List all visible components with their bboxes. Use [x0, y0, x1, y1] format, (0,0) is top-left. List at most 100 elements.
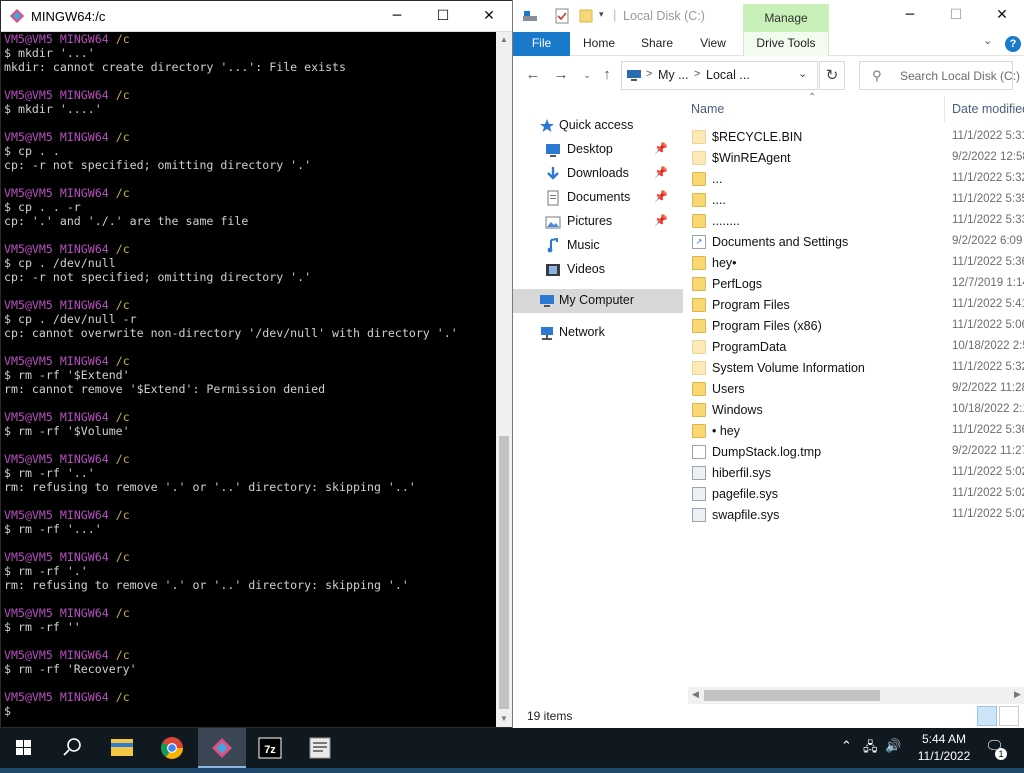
nav-item-downloads[interactable]: Downloads 📌 — [513, 162, 683, 186]
file-row[interactable]: Program Files 11/1/2022 5:41 — [688, 295, 1024, 316]
start-button[interactable] — [0, 728, 48, 768]
scroll-up-arrow-icon[interactable]: ▲ — [496, 32, 512, 48]
forward-arrow-icon[interactable]: → — [551, 65, 571, 85]
file-row[interactable]: hey• 11/1/2022 5:36 — [688, 253, 1024, 274]
pin-icon[interactable]: 📌 — [654, 214, 668, 227]
prompt-cwd: /c — [115, 32, 130, 46]
folder-icon — [692, 361, 706, 375]
file-explorer-window[interactable]: ▾ | Local Disk (C:) Manage ─ ☐ ✕ File Ho… — [512, 0, 1024, 728]
file-name: $WinREAgent — [712, 151, 791, 165]
terminal-output-line: $ rm -rf '.' — [4, 564, 88, 578]
file-row[interactable]: PerfLogs 12/7/2019 1:14 — [688, 274, 1024, 295]
manage-tab[interactable]: Manage — [743, 4, 829, 32]
file-row[interactable]: swapfile.sys 11/1/2022 5:02 — [688, 505, 1024, 526]
properties-icon[interactable] — [553, 7, 571, 25]
file-row[interactable]: Windows 10/18/2022 2:1 — [688, 400, 1024, 421]
scroll-left-arrow-icon[interactable]: ◀ — [692, 689, 699, 700]
tab-view[interactable]: View — [689, 32, 737, 56]
scrollbar-thumb[interactable] — [499, 436, 509, 709]
file-row[interactable]: ↗ Documents and Settings 9/2/2022 6:09 — [688, 232, 1024, 253]
file-row[interactable]: DumpStack.log.tmp 9/2/2022 11:27 — [688, 442, 1024, 463]
taskbar-notepad[interactable] — [296, 728, 344, 768]
taskbar-chrome[interactable] — [148, 728, 196, 768]
pin-icon[interactable]: 📌 — [654, 142, 668, 155]
file-row[interactable]: $WinREAgent 9/2/2022 12:58 — [688, 148, 1024, 169]
file-row[interactable]: Users 9/2/2022 11:28 — [688, 379, 1024, 400]
minimize-button[interactable]: ─ — [887, 0, 933, 31]
breadcrumb-local-disk[interactable]: Local ... — [706, 68, 750, 82]
nav-item-desktop[interactable]: Desktop 📌 — [513, 138, 683, 162]
file-row[interactable]: System Volume Information 11/1/2022 5:32 — [688, 358, 1024, 379]
column-divider[interactable] — [944, 96, 945, 122]
file-list[interactable]: $RECYCLE.BIN 11/1/2022 5:31 $WinREAgent 9/2… — [688, 127, 1024, 687]
file-row[interactable]: ... 11/1/2022 5:32 — [688, 169, 1024, 190]
nav-item-network[interactable]: Network — [513, 321, 683, 345]
volume-icon[interactable]: 🔊 — [885, 738, 901, 754]
maximize-button[interactable]: ☐ — [933, 0, 979, 31]
tab-share[interactable]: Share — [633, 32, 681, 56]
pin-icon[interactable]: 📌 — [654, 190, 668, 203]
taskbar-git-bash[interactable] — [198, 728, 246, 768]
tab-home[interactable]: Home — [575, 32, 623, 56]
up-arrow-icon[interactable]: ↑ — [597, 65, 617, 85]
prompt-user: VM5@VM5 — [4, 550, 53, 564]
address-bar[interactable]: > My ... > Local ... ⌄ — [621, 61, 818, 90]
tab-file[interactable]: File — [513, 32, 570, 56]
tab-drive-tools[interactable]: Drive Tools — [743, 32, 829, 56]
close-button[interactable]: ✕ — [979, 0, 1024, 31]
taskbar-7zip[interactable]: 7z — [246, 728, 294, 768]
file-row[interactable]: .... 11/1/2022 5:35 — [688, 190, 1024, 211]
show-hidden-icons-chevron-icon[interactable]: ⌃ — [841, 738, 852, 754]
recent-locations-chevron-icon[interactable]: ⌄ — [577, 65, 597, 85]
file-row[interactable]: $RECYCLE.BIN 11/1/2022 5:31 — [688, 127, 1024, 148]
terminal-title-bar[interactable]: MINGW64:/c ─ ☐ ✕ — [1, 1, 513, 32]
explorer-title-bar[interactable]: ▾ | Local Disk (C:) Manage ─ ☐ ✕ — [513, 0, 1024, 32]
refresh-icon[interactable]: ↻ — [819, 61, 845, 90]
search-button[interactable] — [48, 728, 96, 768]
file-row[interactable]: • hey 11/1/2022 5:36 — [688, 421, 1024, 442]
close-button[interactable]: ✕ — [466, 1, 512, 32]
new-folder-icon[interactable] — [577, 7, 595, 25]
taskbar-file-explorer[interactable] — [98, 728, 146, 768]
file-row[interactable]: ........ 11/1/2022 5:33 — [688, 211, 1024, 232]
back-arrow-icon[interactable]: ← — [523, 65, 543, 85]
expand-ribbon-chevron-icon[interactable]: ⌄ — [983, 34, 992, 47]
address-dropdown-icon[interactable]: ⌄ — [798, 67, 807, 80]
breadcrumb-my-computer[interactable]: My ... — [658, 68, 689, 82]
terminal-output[interactable]: VM5@VM5 MINGW64 /c $ mkdir '...' mkdir: ca… — [2, 32, 496, 727]
nav-item-quick-access[interactable]: Quick access — [513, 114, 683, 138]
pin-icon[interactable]: 📌 — [654, 166, 668, 179]
search-box[interactable]: ⚲ Search Local Disk (C:) — [859, 61, 1020, 90]
file-row[interactable]: hiberfil.sys 11/1/2022 5:02 — [688, 463, 1024, 484]
terminal-scrollbar[interactable]: ▲ ▼ — [496, 32, 512, 727]
breadcrumb-separator-icon[interactable]: > — [646, 68, 652, 80]
scroll-right-arrow-icon[interactable]: ▶ — [1014, 689, 1021, 700]
nav-item-documents[interactable]: Documents 📌 — [513, 186, 683, 210]
breadcrumb-separator-icon[interactable]: > — [694, 68, 700, 80]
maximize-button[interactable]: ☐ — [420, 1, 466, 32]
prompt-env: MINGW64 — [59, 298, 109, 312]
horizontal-scrollbar-thumb[interactable] — [704, 690, 880, 701]
prompt-cwd: /c — [115, 648, 130, 662]
column-header-name[interactable]: Name — [691, 102, 724, 116]
nav-item-music[interactable]: Music — [513, 234, 683, 258]
nav-item-videos[interactable]: Videos — [513, 258, 683, 282]
scroll-down-arrow-icon[interactable]: ▼ — [496, 711, 512, 727]
details-view-icon[interactable] — [977, 706, 997, 726]
file-row[interactable]: Program Files (x86) 11/1/2022 5:06 — [688, 316, 1024, 337]
minimize-button[interactable]: ─ — [374, 1, 420, 32]
nav-item-pictures[interactable]: Pictures 📌 — [513, 210, 683, 234]
large-icons-view-icon[interactable] — [999, 706, 1019, 726]
column-header-date-modified[interactable]: Date modified — [952, 102, 1024, 116]
network-status-icon[interactable]: 🖧 — [863, 738, 878, 760]
git-bash-window[interactable]: MINGW64:/c ─ ☐ ✕ VM5@VM5 MINGW64 /c $ mkd… — [0, 0, 513, 728]
help-icon[interactable]: ? — [1005, 36, 1021, 52]
clock[interactable]: 5:44 AM 11/1/2022 — [906, 731, 982, 765]
horizontal-scrollbar[interactable]: ◀ ▶ — [688, 687, 1024, 704]
quick-access-toolbar-dropdown-icon[interactable]: ▾ — [599, 9, 604, 20]
nav-item-my-computer[interactable]: My Computer — [513, 289, 683, 313]
file-row[interactable]: ProgramData 10/18/2022 2:5 — [688, 337, 1024, 358]
file-name: hiberfil.sys — [712, 466, 772, 480]
file-row[interactable]: pagefile.sys 11/1/2022 5:02 — [688, 484, 1024, 505]
